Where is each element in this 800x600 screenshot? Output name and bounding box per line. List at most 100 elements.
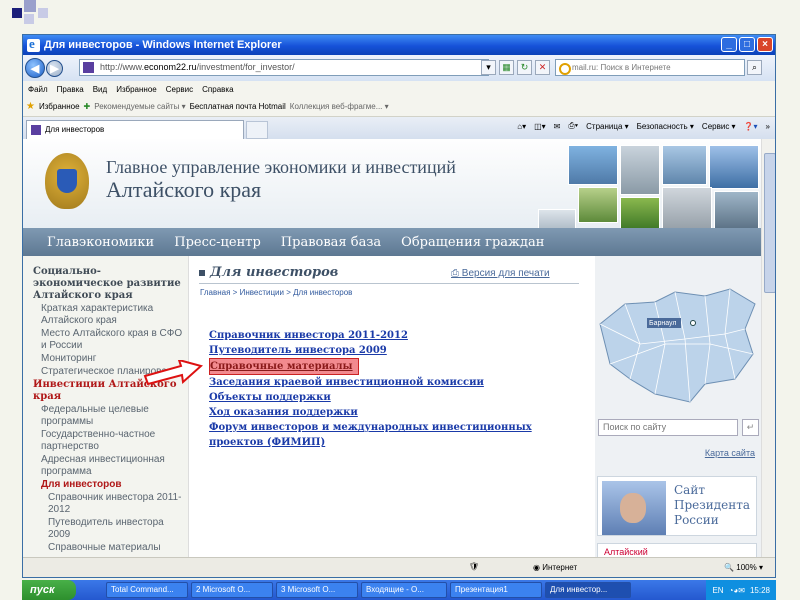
globe-icon: ◉ <box>533 563 543 572</box>
sidebar-item-investor-guide[interactable]: Путеводитель инвестора 2009 <box>33 517 184 541</box>
red-arrow-annotation <box>143 360 203 386</box>
left-sidebar: Социально-экономическое развитие Алтайск… <box>23 256 189 557</box>
maximize-button[interactable]: □ <box>739 37 755 52</box>
link-support-progress[interactable]: Ход оказания поддержки <box>209 405 539 420</box>
president-site-banner[interactable]: Сайт Президента России <box>597 476 757 536</box>
taskbar-item-powerpoint[interactable]: Презентация1 <box>450 582 542 598</box>
zoom-icon: 🔍 <box>724 563 737 572</box>
home-icon[interactable]: ⌂▾ <box>517 122 526 131</box>
sidebar-item-investor-handbook[interactable]: Справочник инвестора 2011-2012 <box>33 492 184 516</box>
new-tab-button[interactable] <box>246 121 268 139</box>
clock: 15:28 <box>749 585 770 595</box>
site-favicon <box>83 62 94 73</box>
search-icon[interactable]: ⌕ <box>747 60 762 75</box>
print-version-link[interactable]: ⎙ Версия для печати <box>451 268 550 279</box>
coat-of-arms-logo <box>45 153 89 209</box>
sidebar-item-characteristics[interactable]: Краткая характеристика Алтайского края <box>33 303 184 327</box>
back-button[interactable]: ◀ <box>25 58 45 78</box>
favorites-button[interactable]: Избранное <box>39 102 80 111</box>
menu-tools[interactable]: Сервис <box>166 85 193 94</box>
vertical-scrollbar[interactable] <box>761 139 775 557</box>
link-investor-forum[interactable]: Форум инвесторов и международных инвести… <box>209 420 539 450</box>
taskbar-item-ie[interactable]: Для инвестор... <box>545 582 631 598</box>
region-map[interactable] <box>595 284 761 404</box>
taskbar-item-outlook[interactable]: Входящие - O... <box>361 582 447 598</box>
cmd-safety[interactable]: Безопасность ▾ <box>637 122 694 131</box>
breadcrumb[interactable]: Главная > Инвестиции > Для инвесторов <box>200 288 352 297</box>
printer-icon: ⎙ <box>451 268 462 279</box>
cmd-page[interactable]: Страница ▾ <box>586 122 629 131</box>
sidebar-item-federal-programs[interactable]: Федеральные целевые программы <box>33 404 184 428</box>
scrollbar-thumb[interactable] <box>764 153 775 293</box>
security-icon: 🛡 <box>469 562 480 571</box>
compat-icon[interactable]: ▦ <box>499 60 514 75</box>
map-city-label: Барнаул <box>649 320 677 327</box>
nav-legal-base[interactable]: Правовая база <box>281 235 381 250</box>
sidebar-item-for-investors[interactable]: Для инвесторов <box>33 479 184 491</box>
status-bar: 🛡 ◉ Интернет 🔍 100% ▾ <box>23 557 775 577</box>
sidebar-item-ppp[interactable]: Государственно-частное партнерство <box>33 429 184 453</box>
refresh-icon[interactable]: ↻ <box>517 60 532 75</box>
link-reference-materials[interactable]: Справочные материалы <box>209 358 359 375</box>
fav-hotmail[interactable]: Бесплатная почта Hotmail <box>190 102 286 111</box>
address-dropdown-icon[interactable]: ▾ <box>481 60 496 75</box>
stop-icon[interactable]: ✕ <box>535 60 550 75</box>
sidebar-item-address-program[interactable]: Адресная инвестиционная программа <box>33 454 184 478</box>
language-indicator[interactable]: EN <box>712 586 723 595</box>
tab-bar: Для инвесторов ⌂▾ ◫▾ ✉ ⎙▾ Страница ▾ Без… <box>23 117 775 139</box>
search-input[interactable]: mail.ru: Поиск в Интернете <box>555 59 745 76</box>
sitemap-link[interactable]: Карта сайта <box>705 448 755 458</box>
system-tray: EN ◔◕✉ 15:28 <box>706 580 776 600</box>
title-bar: Для инвесторов - Windows Internet Explor… <box>23 35 775 55</box>
link-support-objects[interactable]: Объекты поддержки <box>209 390 539 405</box>
menu-edit[interactable]: Правка <box>57 85 84 94</box>
link-commission-meetings[interactable]: Заседания краевой инвестиционной комисси… <box>209 375 539 390</box>
altai-banner[interactable]: Алтайский <box>597 543 757 557</box>
link-investor-guide[interactable]: Путеводитель инвестора 2009 <box>209 343 539 358</box>
close-button[interactable]: × <box>757 37 773 52</box>
site-title-line1: Главное управление экономики и инвестици… <box>106 157 456 177</box>
minimize-button[interactable]: _ <box>721 37 737 52</box>
taskbar-item-excel[interactable]: 2 Microsoft O... <box>191 582 273 598</box>
nav-press-center[interactable]: Пресс-центр <box>174 235 261 250</box>
menu-view[interactable]: Вид <box>93 85 107 94</box>
sidebar-item-socio-economic[interactable]: Социально-экономическое развитие Алтайск… <box>33 266 184 302</box>
menu-favorites[interactable]: Избранное <box>116 85 157 94</box>
zoom-level[interactable]: 🔍 100% ▾ <box>724 563 763 572</box>
forward-button[interactable]: ▶ <box>46 59 63 77</box>
sidebar-item-place-sfo[interactable]: Место Алтайского края в СФО и России <box>33 328 184 352</box>
link-investor-handbook[interactable]: Справочник инвестора 2011-2012 <box>209 328 539 343</box>
page-content: Главное управление экономики и инвестици… <box>23 139 761 557</box>
help-icon[interactable]: ❓▾ <box>744 122 758 131</box>
menu-file[interactable]: Файл <box>28 85 48 94</box>
fav-webslices[interactable]: Коллекция веб-фрагме... ▾ <box>290 102 389 111</box>
menu-help[interactable]: Справка <box>202 85 233 94</box>
command-bar: ⌂▾ ◫▾ ✉ ⎙▾ Страница ▾ Безопасность ▾ Сер… <box>517 121 770 131</box>
print-icon[interactable]: ⎙▾ <box>568 121 578 131</box>
site-search-button[interactable]: ↵ <box>742 419 759 436</box>
tray-icons[interactable]: ◔◕✉ <box>729 586 745 595</box>
add-favorite-icon[interactable]: ✚ <box>84 102 91 111</box>
feeds-icon[interactable]: ◫▾ <box>534 122 546 131</box>
taskbar-item-word[interactable]: 3 Microsoft O... <box>276 582 358 598</box>
taskbar-item-total-commander[interactable]: Total Command... <box>106 582 188 598</box>
nav-citizen-appeals[interactable]: Обращения граждан <box>401 235 544 250</box>
sidebar-item-reference-materials[interactable]: Справочные материалы <box>33 542 184 554</box>
page-title: Для инвесторов <box>199 265 338 280</box>
site-title-line2: Алтайского края <box>106 177 262 202</box>
tab-current[interactable]: Для инвесторов <box>26 120 244 139</box>
browser-window: Для инвесторов - Windows Internet Explor… <box>22 34 776 578</box>
start-button[interactable]: пуск <box>22 580 76 600</box>
address-field[interactable]: http://www.econom22.ru/investment/for_in… <box>79 59 489 76</box>
ie-icon <box>27 36 40 52</box>
fav-suggested-sites[interactable]: Рекомендуемые сайты ▾ <box>94 102 185 111</box>
president-photo <box>602 481 666 535</box>
right-sidebar: Барнаул Поиск по сайту ↵ Карта сайта Сай… <box>595 256 761 557</box>
star-icon: ★ <box>26 101 35 112</box>
cmd-tools[interactable]: Сервис ▾ <box>702 122 736 131</box>
nav-glaveconomiki[interactable]: Главэкономики <box>47 235 154 250</box>
mail-icon[interactable]: ✉ <box>554 122 561 131</box>
site-search-input[interactable]: Поиск по сайту <box>598 419 738 436</box>
chevron-icon[interactable]: » <box>766 122 770 131</box>
main-content: Для инвесторов ⎙ Версия для печати Главн… <box>189 256 595 557</box>
